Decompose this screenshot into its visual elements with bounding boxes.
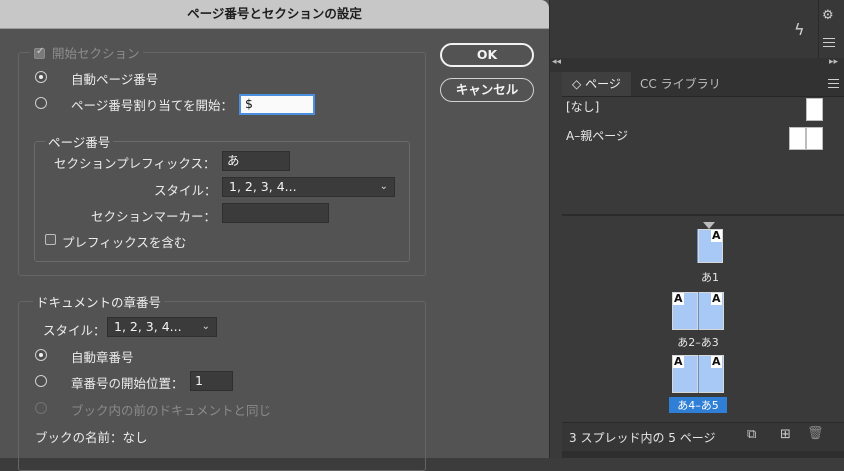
master-a-left-thumbnail[interactable] [789, 127, 806, 150]
auto-page-numbering-radio[interactable] [35, 71, 47, 83]
include-prefix-checkbox[interactable] [45, 234, 56, 245]
start-chapter-radio[interactable] [35, 375, 47, 387]
auto-chapter-label: 自動章番号 [71, 350, 134, 365]
new-page-icon[interactable]: ⊞ [780, 427, 791, 442]
master-a-right-thumbnail[interactable] [806, 127, 823, 150]
master-a-parent-label: A–親ページ [566, 129, 628, 143]
master-marker: A [711, 292, 722, 305]
spread-label-3-selected[interactable]: あ4–あ5 [669, 397, 727, 413]
collapse-left-icon[interactable]: ◂◂ [552, 57, 561, 67]
spine-line [698, 292, 699, 330]
bottom-panel-tabs [562, 451, 844, 458]
lightning-icon[interactable]: ϟ [794, 20, 805, 39]
panel-dock-strip [548, 58, 844, 72]
tab-pages-arrows-icon: ◇ [572, 77, 582, 91]
section-prefix-label: セクションプレフィックス： [54, 156, 216, 171]
auto-page-numbering-label: 自動ページ番号 [71, 72, 159, 87]
spread-label-2: あ2–あ3 [677, 336, 719, 349]
auto-chapter-radio[interactable] [35, 349, 47, 361]
spread-label-1: あ1 [701, 271, 719, 284]
chapter-style-label: スタイル： [43, 323, 106, 338]
page-numbering-legend: ページ番号 [45, 132, 114, 151]
section-prefix-input[interactable]: あ [222, 151, 290, 171]
tab-pages[interactable]: ◇ ページ [562, 72, 631, 96]
start-page-number-input[interactable]: $ [239, 94, 315, 115]
same-as-previous-radio[interactable] [35, 402, 47, 414]
book-name-text: ブックの名前：なし [35, 430, 148, 445]
start-section-label: 開始セクション [48, 46, 140, 61]
start-section-checkbox[interactable] [34, 46, 45, 59]
chapter-style-value: 1, 2, 3, 4... [114, 319, 182, 334]
chevron-down-icon: ⌄ [379, 181, 388, 192]
start-chapter-input[interactable]: 1 [190, 371, 233, 391]
start-page-numbering-label: ページ番号割り当てを開始： [71, 98, 234, 113]
start-chapter-label: 章番号の開始位置： [71, 376, 184, 391]
page-style-value: 1, 2, 3, 4... [229, 179, 297, 194]
page-count-text: 3 スプレッド内の 5 ページ [569, 431, 716, 445]
start-page-numbering-radio[interactable] [35, 97, 47, 109]
tab-cc-libraries-label: CC ライブラリ [640, 77, 721, 91]
master-marker: A [673, 292, 684, 305]
spine-line [698, 355, 699, 393]
ok-button[interactable]: OK [440, 43, 534, 67]
panel-tab-bar: ◇ ページ CC ライブラリ [562, 72, 844, 97]
chapter-numbering-legend: ドキュメントの章番号 [33, 292, 165, 311]
section-marker-input[interactable] [222, 203, 329, 223]
master-none-thumbnail[interactable] [806, 98, 823, 121]
page-style-select[interactable]: 1, 2, 3, 4... ⌄ [222, 177, 395, 197]
master-marker: A [711, 229, 722, 242]
panel-menu-icon[interactable] [828, 79, 839, 91]
chapter-style-select[interactable]: 1, 2, 3, 4... ⌄ [107, 317, 217, 337]
delete-page-icon[interactable]: 🗑 [807, 426, 824, 441]
tab-cc-libraries[interactable]: CC ライブラリ [630, 72, 731, 96]
section-marker-label: セクションマーカー： [91, 209, 217, 224]
hamburger-menu-icon[interactable] [823, 38, 835, 50]
insertion-marker-icon [703, 222, 715, 229]
edit-page-size-icon[interactable]: ⧉ [747, 427, 756, 442]
master-marker: A [673, 355, 684, 368]
tab-pages-label: ページ [585, 77, 621, 91]
include-prefix-label: プレフィックスを含む [62, 235, 187, 250]
master-none-label: [なし] [566, 100, 600, 114]
same-as-previous-label: ブック内の前のドキュメントと同じ [71, 403, 272, 418]
dialog-title: ページ番号とセクションの設定 [187, 6, 362, 21]
cancel-button[interactable]: キャンセル [440, 78, 534, 102]
spine-line [697, 229, 698, 263]
page-style-label: スタイル： [154, 183, 217, 198]
collapse-right-icon[interactable]: ▸▸ [829, 57, 838, 67]
start-section-legend: 開始セクション [30, 43, 143, 62]
master-marker: A [711, 355, 722, 368]
master-a-parent[interactable]: A–親ページ [566, 126, 628, 146]
gear-icon[interactable]: ⚙ [822, 8, 834, 23]
panel-splitter[interactable] [562, 214, 844, 216]
master-none[interactable]: [なし] [566, 97, 599, 117]
chevron-down-icon: ⌄ [201, 321, 210, 332]
